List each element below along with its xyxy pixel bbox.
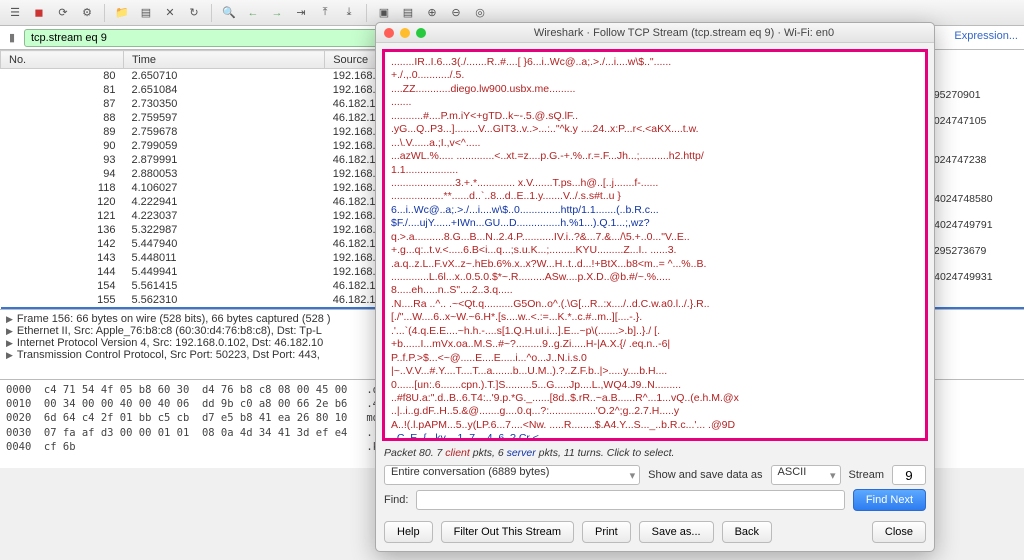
dialog-title: Wireshark · Follow TCP Stream (tcp.strea… [434, 27, 934, 39]
zoom-icon[interactable] [416, 28, 426, 38]
detail-row[interactable]: Ethernet II, Src: Apple_76:b8:c8 (60:30:… [17, 325, 322, 337]
bookmark-icon[interactable]: ▮ [4, 30, 20, 46]
refresh-icon[interactable]: ↻ [185, 4, 203, 22]
gear-icon[interactable]: ⚙ [78, 4, 96, 22]
detail-row[interactable]: Transmission Control Protocol, Src Port:… [17, 349, 320, 361]
stream-summary: Packet 80. 7 client pkts, 6 server pkts,… [384, 447, 926, 459]
stream-label: Stream [849, 469, 884, 481]
restart-icon[interactable]: ⟳ [54, 4, 72, 22]
save-as-button[interactable]: Save as... [639, 521, 714, 543]
detail-row[interactable]: Internet Protocol Version 4, Src: 192.16… [17, 337, 323, 349]
close-button[interactable]: Close [872, 521, 926, 543]
minimize-icon[interactable] [400, 28, 410, 38]
stream-content[interactable]: ........IR..I.6...3(./.......R..#....[ }… [382, 49, 928, 441]
detail-row[interactable]: Frame 156: 66 bytes on wire (528 bits), … [17, 313, 331, 325]
jump-icon[interactable]: ⇥ [292, 4, 310, 22]
follow-tcp-stream-dialog: Wireshark · Follow TCP Stream (tcp.strea… [375, 22, 935, 552]
display-filter-input[interactable] [24, 29, 384, 47]
stream-number-input[interactable] [892, 465, 926, 485]
filter-out-button[interactable]: Filter Out This Stream [441, 521, 574, 543]
zoom-reset-icon[interactable]: ◎ [471, 4, 489, 22]
find-label: Find: [384, 494, 408, 506]
col-time[interactable]: Time [123, 51, 324, 69]
menu-icon[interactable]: ☰ [6, 4, 24, 22]
search-icon[interactable]: 🔍 [220, 4, 238, 22]
help-button[interactable]: Help [384, 521, 433, 543]
col-no[interactable]: No. [1, 51, 124, 69]
zoom-out-icon[interactable]: ⊖ [447, 4, 465, 22]
back-button[interactable]: Back [722, 521, 772, 543]
folder-icon[interactable]: 📁 [113, 4, 131, 22]
find-input[interactable] [416, 490, 844, 510]
zoom-in-icon[interactable]: ⊕ [423, 4, 441, 22]
encoding-select[interactable]: ASCII▾ [771, 465, 841, 485]
chevron-down-icon: ▾ [830, 469, 836, 482]
expression-link[interactable]: Expression... [954, 30, 1018, 42]
close-tab-icon[interactable]: ✕ [161, 4, 179, 22]
conversation-select[interactable]: Entire conversation (6889 bytes)▾ [384, 465, 640, 485]
columns-icon[interactable]: ▤ [399, 4, 417, 22]
print-button[interactable]: Print [582, 521, 631, 543]
record-icon[interactable]: ◼ [30, 4, 48, 22]
dialog-titlebar: Wireshark · Follow TCP Stream (tcp.strea… [376, 23, 934, 43]
extra-info-col: 29527090140247471054024747238=4024748580… [924, 50, 1024, 284]
back-icon[interactable]: ← [244, 4, 262, 22]
encoding-label: Show and save data as [648, 469, 762, 481]
chevron-down-icon: ▾ [630, 469, 636, 482]
forward-icon[interactable]: → [268, 4, 286, 22]
close-icon[interactable] [384, 28, 394, 38]
goto-first-icon[interactable]: ⤒ [316, 4, 334, 22]
find-next-button[interactable]: Find Next [853, 489, 926, 511]
autoscroll-icon[interactable]: ▣ [375, 4, 393, 22]
goto-end-icon[interactable]: ⤓ [340, 4, 358, 22]
save-icon[interactable]: ▤ [137, 4, 155, 22]
